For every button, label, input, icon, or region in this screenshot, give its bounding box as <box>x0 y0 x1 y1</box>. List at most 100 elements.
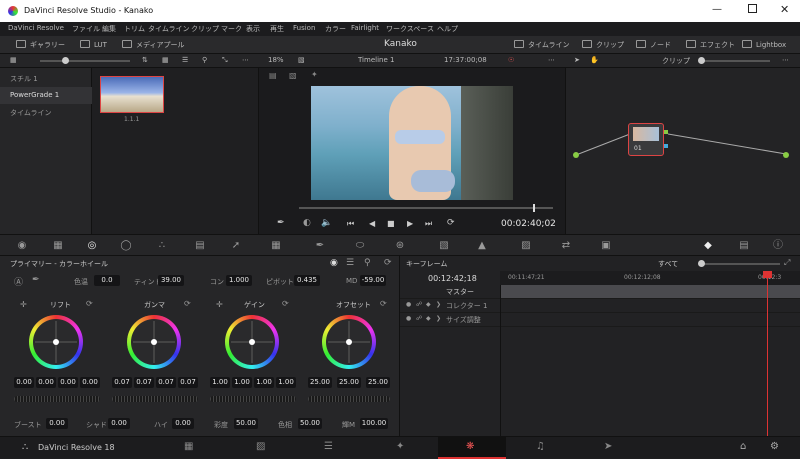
hdr-icon[interactable]: ◯ <box>120 240 132 252</box>
3d-icon[interactable]: ▣ <box>600 240 612 252</box>
home-icon[interactable]: ⌂ <box>740 441 746 452</box>
auto-balance-icon[interactable]: Ⓐ <box>14 275 23 288</box>
hue-field[interactable]: 50.00 <box>298 418 322 429</box>
camera-raw-icon[interactable]: ◉ <box>16 240 28 252</box>
grid-view-icon[interactable]: ▦ <box>162 56 169 64</box>
effects-button[interactable]: エフェクト <box>686 40 735 50</box>
keyframe-zoom-slider[interactable] <box>702 263 780 265</box>
offset-b[interactable]: 25.00 <box>366 377 390 388</box>
nodes-button[interactable]: ノード <box>636 40 671 50</box>
lock-icon[interactable]: ☍ <box>416 301 422 308</box>
lift-wheel[interactable] <box>29 315 83 369</box>
scopes-icon[interactable]: ▤ <box>738 240 750 252</box>
input-node-dot[interactable] <box>573 152 579 158</box>
gallery-slider-knob[interactable] <box>62 57 69 64</box>
hand-icon[interactable]: ✋ <box>590 56 599 64</box>
offset-r[interactable]: 25.00 <box>308 377 332 388</box>
lift-y[interactable]: 0.00 <box>14 377 34 388</box>
rgb-mixer-icon[interactable]: ∴ <box>156 240 168 252</box>
info-icon[interactable]: ⓘ <box>772 240 784 252</box>
menu-davinci[interactable]: DaVinci Resolve <box>8 24 64 32</box>
sidebar-item-powergrade[interactable]: PowerGrade 1 <box>0 87 92 104</box>
lift-b[interactable]: 0.00 <box>80 377 100 388</box>
go-to-end-icon[interactable]: ⏭ <box>425 219 432 229</box>
gain-wheel[interactable] <box>225 315 279 369</box>
menu-playback[interactable]: 再生 <box>270 24 284 34</box>
node-key-out[interactable] <box>664 144 668 148</box>
scrubber-track[interactable] <box>299 207 553 209</box>
tint-field[interactable]: 39.00 <box>158 275 184 286</box>
menu-color[interactable]: カラー <box>325 24 346 34</box>
still-thumbnail[interactable] <box>100 76 164 113</box>
boost-field[interactable]: 0.00 <box>46 418 68 429</box>
node-rgb-out[interactable] <box>664 130 668 134</box>
viewer-split-icon[interactable]: ▧ <box>289 71 297 80</box>
lock-icon[interactable]: ☍ <box>416 315 422 322</box>
settings-gear-icon[interactable]: ⚙ <box>770 441 779 452</box>
gamma-y[interactable]: 0.07 <box>112 377 132 388</box>
color-match-icon[interactable]: ▦ <box>52 240 64 252</box>
play-icon[interactable]: ▶ <box>407 219 413 228</box>
clips-button[interactable]: クリップ <box>582 40 624 50</box>
scrubber-handle[interactable] <box>533 204 535 212</box>
menu-help[interactable]: ヘルプ <box>437 24 458 34</box>
viewer-more-icon[interactable]: ⋯ <box>548 56 555 64</box>
tracker-icon[interactable]: ⊛ <box>394 240 406 252</box>
track-row-master[interactable]: マスター <box>400 285 800 299</box>
gamma-wheel[interactable] <box>127 315 181 369</box>
close-button[interactable]: ✕ <box>780 3 789 16</box>
menu-trim[interactable]: トリム <box>124 24 145 34</box>
node-zoom-slider[interactable] <box>700 60 770 62</box>
qualifier-icon[interactable]: ✒ <box>314 240 326 252</box>
key-icon[interactable]: ▨ <box>520 240 532 252</box>
timeline-dropdown[interactable]: Timeline 1 <box>358 56 394 64</box>
gamma-b[interactable]: 0.07 <box>178 377 198 388</box>
keyframe-zoom-knob[interactable] <box>698 260 705 267</box>
search-icon[interactable]: ⚲ <box>202 56 207 64</box>
playhead-marker[interactable] <box>763 271 772 278</box>
sidebar-item-stills[interactable]: スチル 1 <box>0 70 92 87</box>
media-page-icon[interactable]: ▦ <box>184 441 193 452</box>
gain-jog-wheel[interactable] <box>210 396 296 402</box>
saturation-field[interactable]: 50.00 <box>234 418 258 429</box>
gallery-button[interactable]: ギャラリー <box>16 40 65 50</box>
corrector-node[interactable]: 01 <box>628 123 664 156</box>
menu-clip[interactable]: クリップ <box>191 24 219 34</box>
lift-picker-icon[interactable]: ✛ <box>20 300 27 309</box>
minimize-button[interactable]: — <box>712 4 722 15</box>
edit-page-icon[interactable]: ☰ <box>324 441 333 452</box>
zoom-dropdown[interactable]: 18% <box>268 56 284 64</box>
node-zoom-knob[interactable] <box>698 57 705 64</box>
gamma-g[interactable]: 0.07 <box>156 377 176 388</box>
track-row-corrector[interactable]: ● ☍ ◆ ❯ コレクター 1 <box>400 299 800 313</box>
keyframe-filter-dropdown[interactable]: すべて <box>658 259 678 269</box>
viewer-layout-icon[interactable]: ▤ <box>269 71 277 80</box>
sort-icon[interactable]: ⇅ <box>142 56 148 64</box>
keyframes-icon[interactable]: ◆ <box>702 240 714 252</box>
target-icon[interactable]: ◉ <box>330 258 338 268</box>
gain-reset-icon[interactable]: ⟳ <box>282 299 289 308</box>
playhead-line[interactable] <box>767 271 768 436</box>
lut-button[interactable]: LUT <box>80 40 107 49</box>
offset-reset-icon[interactable]: ⟳ <box>380 299 387 308</box>
keyframe-icon[interactable]: ◆ <box>426 315 431 322</box>
md-field[interactable]: -59.00 <box>360 275 386 286</box>
high-field[interactable]: 0.00 <box>172 418 194 429</box>
lightbox-button[interactable]: Lightbox <box>742 40 786 49</box>
highlight-icon[interactable]: ◐ <box>303 218 311 228</box>
maximize-button[interactable] <box>748 4 757 13</box>
pointer-icon[interactable]: ➤ <box>574 56 580 64</box>
eyedropper-icon[interactable]: ✒ <box>277 218 285 228</box>
cut-page-icon[interactable]: ▨ <box>256 441 265 452</box>
node-mode-dropdown[interactable]: クリップ <box>662 56 690 66</box>
curves-icon[interactable]: ➚ <box>230 240 242 252</box>
contrast-field[interactable]: 1.000 <box>226 275 252 286</box>
deliver-page-icon[interactable]: ➤ <box>604 441 612 452</box>
menu-timeline[interactable]: タイムライン <box>148 24 190 34</box>
step-back-icon[interactable]: ◀ <box>369 219 375 228</box>
menu-file[interactable]: ファイル <box>72 24 100 34</box>
fairlight-page-icon[interactable]: ♫ <box>536 441 545 452</box>
color-wheels-icon[interactable]: ◎ <box>86 240 98 252</box>
visibility-icon[interactable]: ● <box>406 315 411 322</box>
color-warper-icon[interactable]: ▦ <box>270 240 282 252</box>
